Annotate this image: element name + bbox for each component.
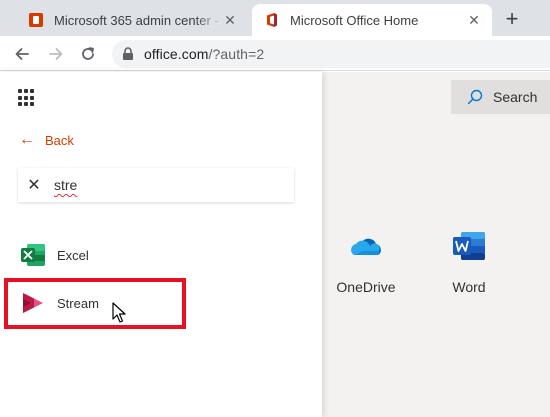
clear-search-icon[interactable]: ✕ — [18, 175, 50, 195]
close-tab-icon[interactable]: ✕ — [222, 12, 238, 29]
tab-title: Microsoft Office Home — [290, 12, 419, 28]
search-button[interactable]: Search — [451, 80, 550, 114]
browser-toolbar: office.com/?auth=2 — [0, 36, 550, 71]
app-tile-onedrive[interactable]: OneDrive — [326, 228, 406, 295]
back-link[interactable]: ← Back — [19, 132, 74, 148]
app-launcher-icon[interactable] — [18, 89, 36, 107]
app-tile-label: OneDrive — [336, 279, 396, 295]
url-text: office.com/?auth=2 — [134, 46, 264, 62]
arrow-right-icon — [49, 48, 63, 60]
url-path: /?auth=2 — [208, 46, 265, 62]
forward-nav-button[interactable] — [44, 42, 68, 66]
reload-button[interactable] — [76, 42, 100, 66]
lock-icon — [123, 47, 133, 60]
app-search-input[interactable]: ✕ stre — [18, 168, 294, 202]
reload-icon — [82, 47, 94, 60]
back-nav-button[interactable] — [10, 42, 34, 66]
word-icon — [453, 232, 485, 260]
app-tile-word[interactable]: Word — [429, 228, 509, 295]
result-excel[interactable]: Excel — [20, 242, 89, 268]
mouse-pointer-icon — [112, 302, 126, 323]
url-host: office.com — [144, 46, 209, 62]
arrow-left-icon: ← — [19, 131, 35, 148]
office-home-page: Search OneDrive Word ← Back ✕ stre Excel… — [0, 72, 550, 417]
tab-office-home[interactable]: Microsoft Office Home ✕ — [252, 4, 492, 36]
tab-strip: Microsoft 365 admin center - Active user… — [0, 0, 550, 36]
search-button-label: Search — [493, 89, 538, 105]
tab-title: Microsoft 365 admin center - Active user… — [54, 12, 222, 28]
address-bar[interactable]: office.com/?auth=2 — [112, 40, 550, 68]
result-label: Excel — [57, 247, 89, 263]
app-tile-label: Word — [452, 279, 486, 295]
highlight-box — [4, 278, 186, 329]
search-icon — [467, 89, 483, 105]
close-tab-icon[interactable]: ✕ — [466, 12, 482, 29]
onedrive-icon — [351, 238, 381, 255]
tab-admin-center[interactable]: Microsoft 365 admin center - Active user… — [16, 4, 248, 36]
search-input-value: stre — [54, 177, 78, 193]
arrow-left-icon — [15, 48, 29, 60]
back-label: Back — [45, 132, 74, 148]
excel-icon — [21, 244, 45, 266]
office-red-icon — [29, 13, 43, 27]
new-tab-button[interactable]: + — [500, 8, 524, 32]
app-launcher-panel: ← Back ✕ stre Excel Stream — [0, 72, 322, 417]
office-logo-icon — [267, 13, 277, 27]
